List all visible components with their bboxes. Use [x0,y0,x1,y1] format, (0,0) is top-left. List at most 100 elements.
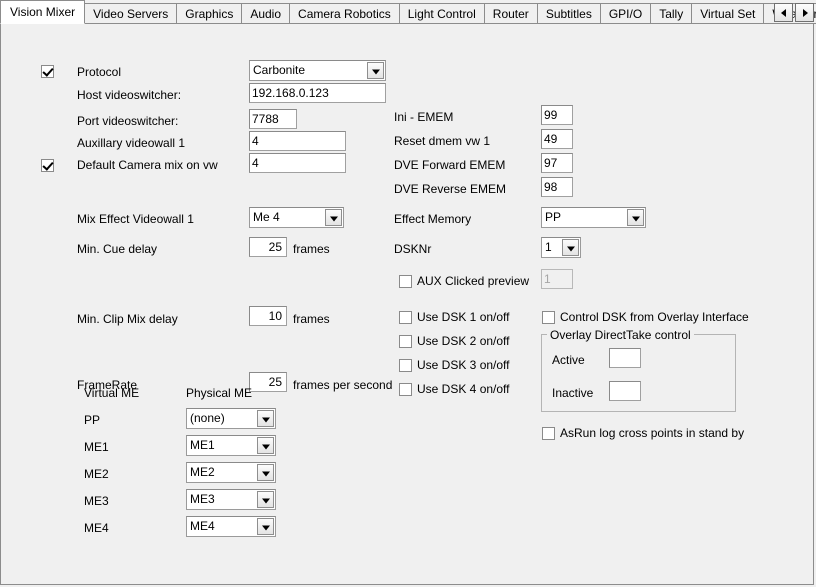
tab-audio[interactable]: Audio [241,3,291,24]
me-mapping-row-virtual: PP [84,413,101,427]
use-dsk-3-checkbox[interactable] [399,359,412,372]
me-mapping-row-physical-value: ME3 [190,492,215,506]
control-dsk-overlay-label: Control DSK from Overlay Interface [560,310,749,324]
min-clip-mix-delay-unit: frames [293,312,330,326]
chevron-down-icon[interactable] [257,518,274,535]
use-dsk-1-checkbox[interactable] [399,311,412,324]
overlay-inactive-input[interactable] [609,381,641,401]
host-videoswitcher-input[interactable] [249,83,386,103]
chevron-down-icon[interactable] [627,209,644,226]
tab-label: Audio [250,7,282,21]
asrun-log-checkbox[interactable] [542,427,555,440]
min-cue-delay-unit: frames [293,242,330,256]
ini-emem-label: Ini - EMEM [394,110,454,124]
tab-bar: Vision Mixer Video Servers Graphics Audi… [0,0,816,24]
mix-effect-videowall-1-value: Me 4 [253,210,280,224]
left-arrow-icon [780,8,786,17]
port-videoswitcher-label: Port videoswitcher: [77,114,179,128]
tab-scroll-left-button[interactable] [774,3,793,22]
me-mapping-row-physical-value: ME4 [190,519,215,533]
frame-rate-unit: frames per second [293,378,393,392]
dsk-nr-value: 1 [545,240,552,254]
default-camera-mix-input[interactable] [249,153,346,173]
effect-memory-combo[interactable]: PP [541,207,646,228]
tab-label: Tally [659,7,684,21]
me-mapping-row-virtual: ME2 [84,467,109,481]
tab-gpio[interactable]: GPI/O [599,3,652,24]
me-mapping-row-physical-combo-pp[interactable]: (none) [186,408,276,429]
use-dsk-2-checkbox[interactable] [399,335,412,348]
aux-clicked-preview-label: AUX Clicked preview [417,274,530,288]
tab-video-servers[interactable]: Video Servers [84,3,178,24]
protocol-combo-value: Carbonite [253,63,306,77]
me-mapping-row-physical-combo-me2[interactable]: ME2 [186,462,276,483]
mix-effect-videowall-1-combo[interactable]: Me 4 [249,207,344,228]
overlay-active-input[interactable] [609,348,641,368]
me-mapping-row-physical-combo-me1[interactable]: ME1 [186,435,276,456]
tab-label: Subtitles [545,7,592,21]
tab-scroll-controls [772,3,814,22]
use-dsk-2-label: Use DSK 2 on/off [417,334,510,348]
tab-camera-robotics[interactable]: Camera Robotics [289,3,400,24]
tab-label: GPI/O [608,7,643,21]
tab-graphics[interactable]: Graphics [176,3,243,24]
aux-clicked-preview-input [541,269,573,289]
min-cue-delay-label: Min. Cue delay [77,242,158,256]
reset-dmem-vw1-label: Reset dmem vw 1 [394,134,491,148]
reset-dmem-vw1-input[interactable] [541,129,573,149]
me-mapping-row-physical-value: (none) [190,411,225,425]
min-cue-delay-input[interactable] [249,237,287,257]
tab-router[interactable]: Router [483,3,538,24]
ini-emem-input[interactable] [541,105,573,125]
tab-light-control[interactable]: Light Control [398,3,485,24]
dve-forward-emem-input[interactable] [541,153,573,173]
tab-vision-mixer[interactable]: Vision Mixer [0,0,86,24]
me-mapping-virtual-header: Virtual ME [84,386,140,400]
protocol-label: Protocol [77,65,122,79]
dve-reverse-emem-input[interactable] [541,177,573,197]
aux-clicked-preview-checkbox[interactable] [399,275,412,288]
min-clip-mix-delay-input[interactable] [249,306,287,326]
tab-tally[interactable]: Tally [650,3,693,24]
protocol-combo[interactable]: Carbonite [249,60,386,81]
auxillary-videowall-1-input[interactable] [249,131,346,151]
chevron-down-icon[interactable] [257,464,274,481]
use-dsk-3-label: Use DSK 3 on/off [417,358,510,372]
dsk-nr-label: DSKNr [394,242,432,256]
chevron-down-icon[interactable] [257,437,274,454]
me-mapping-row-physical-combo-me3[interactable]: ME3 [186,489,276,510]
tab-label: Light Control [407,7,476,21]
tab-label: Vision Mixer [10,5,76,19]
tab-subtitles[interactable]: Subtitles [536,3,601,24]
me-mapping-physical-header: Physical ME [186,386,253,400]
tab-virtual-set[interactable]: Virtual Set [691,3,765,24]
chevron-down-icon[interactable] [367,62,384,79]
me-mapping-row-virtual: ME3 [84,494,109,508]
default-camera-mix-label: Default Camera mix on vw [77,158,218,172]
vision-mixer-settings-panel: Protocol Carbonite Host videoswitcher: P… [0,23,814,585]
tab-label: Router [492,7,529,21]
chevron-down-icon[interactable] [325,209,342,226]
host-videoswitcher-label: Host videoswitcher: [77,88,182,102]
port-videoswitcher-input[interactable] [249,109,297,129]
me-mapping-row-physical-value: ME2 [190,465,215,479]
overlay-active-label: Active [552,353,585,367]
tab-scroll-right-button[interactable] [795,3,814,22]
dsk-nr-combo[interactable]: 1 [541,237,581,258]
me-mapping-row-virtual: ME4 [84,521,109,535]
chevron-down-icon[interactable] [257,491,274,508]
chevron-down-icon[interactable] [257,410,274,427]
use-dsk-4-checkbox[interactable] [399,383,412,396]
tab-label: Camera Robotics [298,7,391,21]
protocol-enable-checkbox[interactable] [41,65,54,78]
dve-forward-emem-label: DVE Forward EMEM [394,158,506,172]
frame-rate-input[interactable] [249,372,287,392]
asrun-log-label: AsRun log cross points in stand by [560,426,745,440]
default-camera-mix-checkbox[interactable] [41,159,54,172]
chevron-down-icon[interactable] [562,239,579,256]
me-mapping-row-physical-combo-me4[interactable]: ME4 [186,516,276,537]
control-dsk-overlay-checkbox[interactable] [542,311,555,324]
effect-memory-label: Effect Memory [394,212,472,226]
overlay-directtake-title: Overlay DirectTake control [547,329,694,341]
me-mapping-row-virtual: ME1 [84,440,109,454]
